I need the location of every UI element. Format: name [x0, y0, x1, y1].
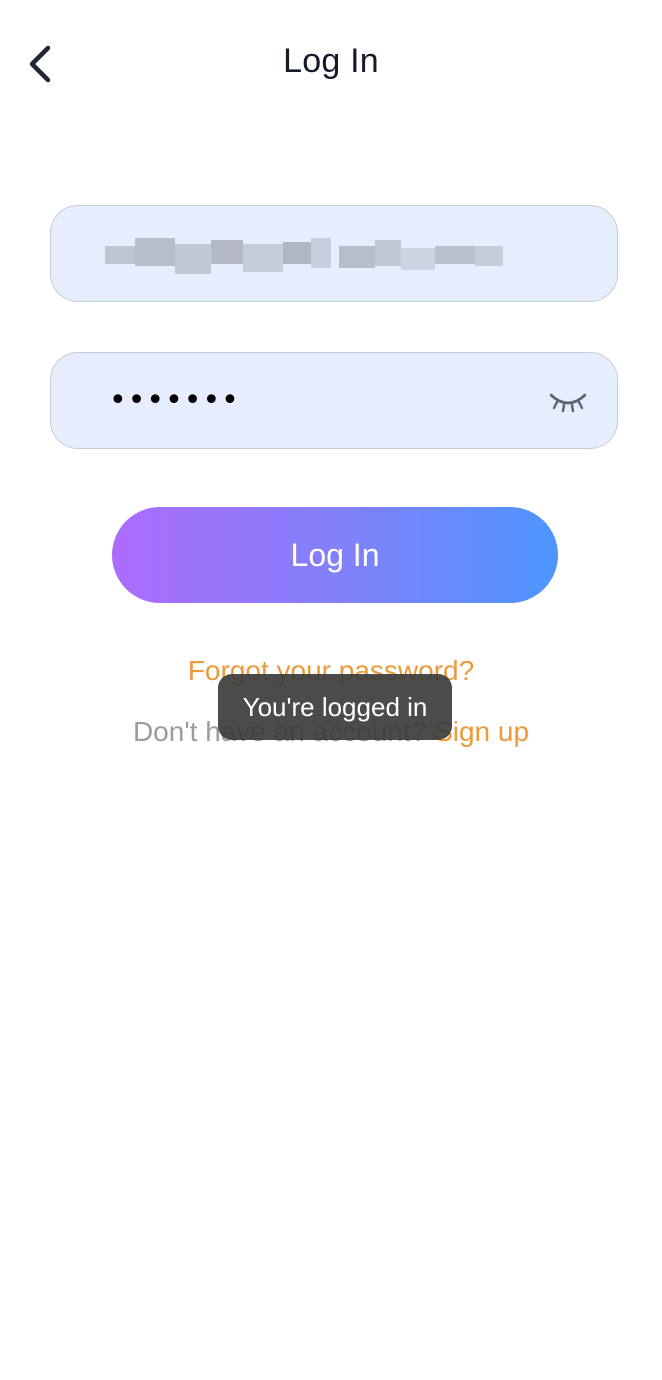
toast-message: You're logged in [218, 674, 452, 740]
eye-closed-icon [547, 393, 589, 423]
page-title: Log In [283, 42, 379, 80]
password-field[interactable]: ••••••• [50, 352, 618, 449]
password-value: ••••••• [109, 383, 240, 418]
email-field[interactable] [50, 205, 618, 302]
email-value-redacted [105, 230, 503, 278]
toggle-password-visibility-button[interactable] [547, 383, 589, 419]
app-header: Log In [0, 0, 662, 130]
login-button[interactable]: Log In [112, 507, 558, 603]
